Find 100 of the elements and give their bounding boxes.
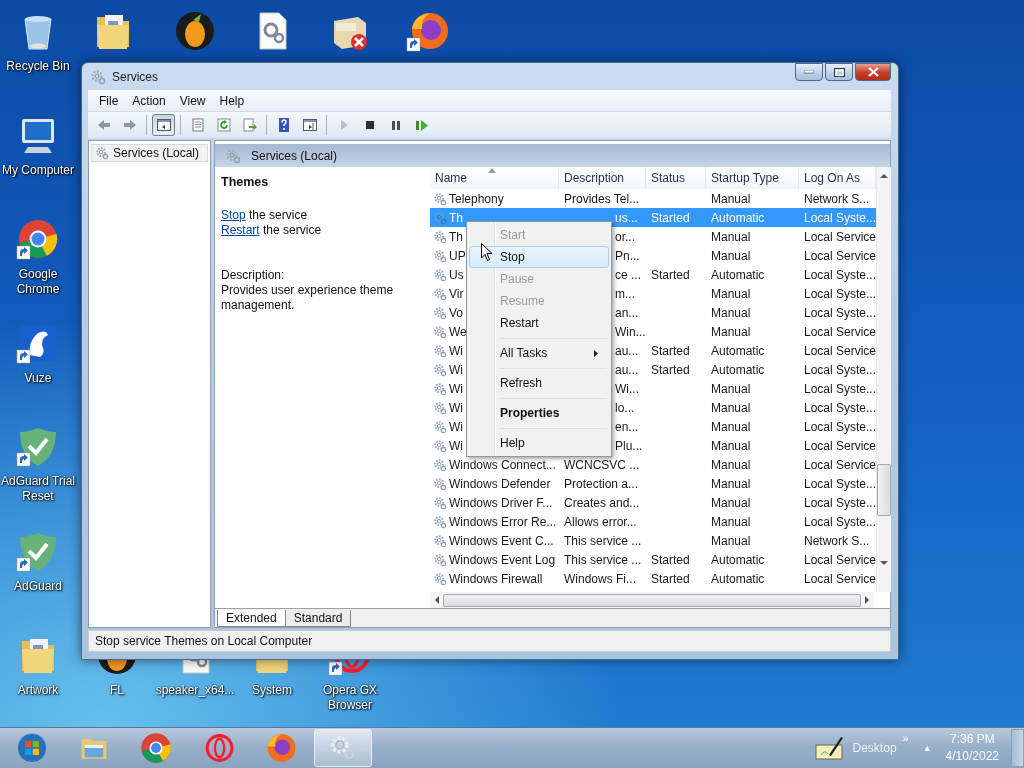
gear-icon <box>433 267 447 282</box>
context-menu-item[interactable]: All Tasks <box>469 342 609 364</box>
scroll-thumb[interactable] <box>877 464 891 516</box>
menu-item[interactable]: File <box>92 93 126 108</box>
table-cell-text: Manual <box>710 400 752 415</box>
table-cell: Wi <box>449 438 463 453</box>
table-cell-text: Started <box>650 552 691 567</box>
table-cell: We <box>449 324 467 339</box>
table-cell-text: Local Syste... <box>803 305 876 320</box>
icon-label[interactable]: My Computer <box>2 163 74 178</box>
table-cell: UP <box>449 248 466 263</box>
close-button[interactable] <box>855 63 891 81</box>
gear-icon <box>433 248 447 263</box>
context-menu-item[interactable]: Refresh <box>469 372 609 394</box>
gear-icon <box>433 362 447 377</box>
table-cell-text: This service ... <box>563 552 643 567</box>
table-cell: Windows Event C... <box>449 533 554 548</box>
service-action: Restart the service <box>221 223 323 238</box>
table-cell-text: Local Syste... <box>803 400 876 415</box>
gear-icon <box>433 286 447 301</box>
wheel-logo-icon[interactable] <box>16 217 60 261</box>
table-cell-text: Local Syste... <box>803 381 876 396</box>
action-link[interactable]: Restart <box>221 223 260 237</box>
scroll-down-icon[interactable] <box>880 560 888 566</box>
resume-icon <box>413 117 430 133</box>
column-header[interactable]: Description <box>559 167 646 189</box>
gear-icon <box>433 438 447 453</box>
icon-label[interactable]: AdGuard Trial Reset <box>0 474 77 504</box>
table-cell-text: Local Syste... <box>803 476 876 491</box>
table-cell-text: Manual <box>710 533 752 548</box>
table-cell-text: Manual <box>710 229 752 244</box>
window-title: Services <box>112 69 159 84</box>
column-header[interactable]: Log On As <box>799 167 876 189</box>
table-cell-text: Network S... <box>803 191 871 206</box>
table-cell-text: Windows Fi... <box>563 571 637 586</box>
table-cell-text: Local Service <box>803 552 876 567</box>
properties-icon <box>189 117 206 133</box>
menu-item[interactable]: View <box>172 93 213 108</box>
table-cell: Wi <box>449 381 463 396</box>
column-header[interactable]: Status <box>646 167 706 189</box>
gear-icon <box>433 381 447 396</box>
table-cell-text: Win... <box>614 324 646 339</box>
context-menu-item[interactable]: Properties <box>469 402 609 424</box>
tree-item[interactable]: Services (Local) <box>91 144 208 162</box>
menu-item[interactable]: Action <box>125 93 173 108</box>
gear-icon <box>433 191 447 206</box>
gear-icon <box>433 457 447 472</box>
view-tab[interactable]: Standard <box>284 610 352 627</box>
table-cell-text: Local Service <box>803 457 876 472</box>
table-cell-text: Local Service <box>803 248 876 263</box>
table-cell-text: or... <box>614 229 636 244</box>
scroll-right-icon[interactable] <box>865 596 870 604</box>
gear-icon <box>95 146 109 160</box>
table-cell-text: Allows error... <box>563 514 638 529</box>
context-menu-item[interactable]: Stop <box>469 246 609 268</box>
table-cell-text: au... <box>614 343 640 358</box>
gear-icon <box>433 229 447 244</box>
ring-logo-icon[interactable] <box>328 660 372 677</box>
table-cell-text: Local Service <box>803 324 876 339</box>
gear-icon <box>433 324 447 339</box>
table-cell-text: Network S... <box>803 533 871 548</box>
table-cell-text: Local Syste... <box>803 210 876 225</box>
column-header[interactable]: Startup Type <box>706 167 799 189</box>
app-gear-icon <box>90 68 106 85</box>
scroll-left-icon[interactable] <box>434 596 439 604</box>
wheel-logo-icon <box>139 731 173 765</box>
table-cell-text: us... <box>614 210 639 225</box>
column-header[interactable]: Name <box>430 167 559 189</box>
service-name: Themes <box>221 175 270 190</box>
table-cell: Th <box>449 229 463 244</box>
table-cell-text: au... <box>614 362 640 377</box>
view-tab[interactable]: Extended <box>217 610 286 627</box>
table-cell: Th <box>449 210 463 225</box>
table-cell-text: Provides Tel... <box>563 191 641 206</box>
minimize-button[interactable] <box>795 63 823 81</box>
table-cell: Windows Connect... <box>449 457 556 472</box>
icon-label[interactable]: Google Chrome <box>0 267 77 297</box>
scroll-thumb[interactable] <box>443 593 861 607</box>
icon-label[interactable]: Vuze <box>24 371 52 386</box>
context-menu-item[interactable]: Restart <box>469 312 609 334</box>
horizontal-scrollbar[interactable] <box>430 592 874 608</box>
console-tree-button[interactable] <box>152 114 175 136</box>
pen-paper-icon[interactable] <box>814 735 845 761</box>
table-cell-text: Local Service <box>803 229 876 244</box>
table-cell: Wi <box>449 400 463 415</box>
table-cell: Vo <box>449 305 463 320</box>
maximize-button[interactable] <box>825 63 853 81</box>
icon-label[interactable]: Recycle Bin <box>6 59 70 74</box>
context-menu-item[interactable]: Help <box>469 432 609 454</box>
vertical-scrollbar[interactable] <box>876 167 891 592</box>
clock-date: 4/10/2022 <box>945 748 999 765</box>
action-link[interactable]: Stop <box>221 208 246 222</box>
menu-item[interactable]: Help <box>212 93 252 108</box>
fruit-logo-icon[interactable] <box>173 9 217 53</box>
gear-icon <box>433 571 447 586</box>
table-cell-text: Manual <box>710 419 752 434</box>
scroll-up-icon[interactable] <box>880 173 888 179</box>
table-cell-text: m... <box>614 286 636 301</box>
table-cell-text: Manual <box>710 305 752 320</box>
table-cell: Telephony <box>449 191 504 206</box>
